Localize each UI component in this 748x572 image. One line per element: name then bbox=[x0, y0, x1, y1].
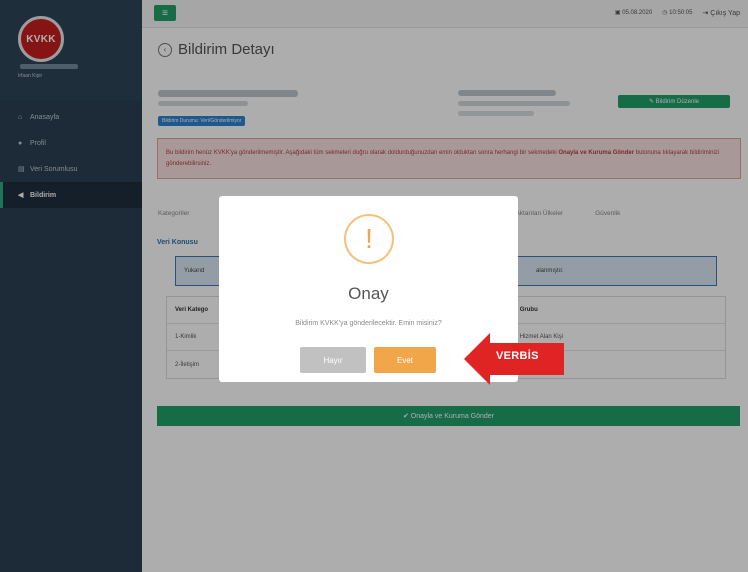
warning-icon: ! bbox=[344, 214, 394, 264]
confirm-button[interactable]: Evet bbox=[374, 347, 436, 373]
dialog-title: Onay bbox=[348, 284, 389, 303]
verbis-callout: VERBİS bbox=[464, 333, 564, 385]
callout-label: VERBİS bbox=[496, 350, 539, 362]
dialog-message: Bildirim KVKK'ya gönderilecektir. Emin m… bbox=[295, 320, 442, 327]
cancel-button[interactable]: Hayır bbox=[300, 347, 366, 373]
warning-glyph: ! bbox=[365, 223, 373, 254]
